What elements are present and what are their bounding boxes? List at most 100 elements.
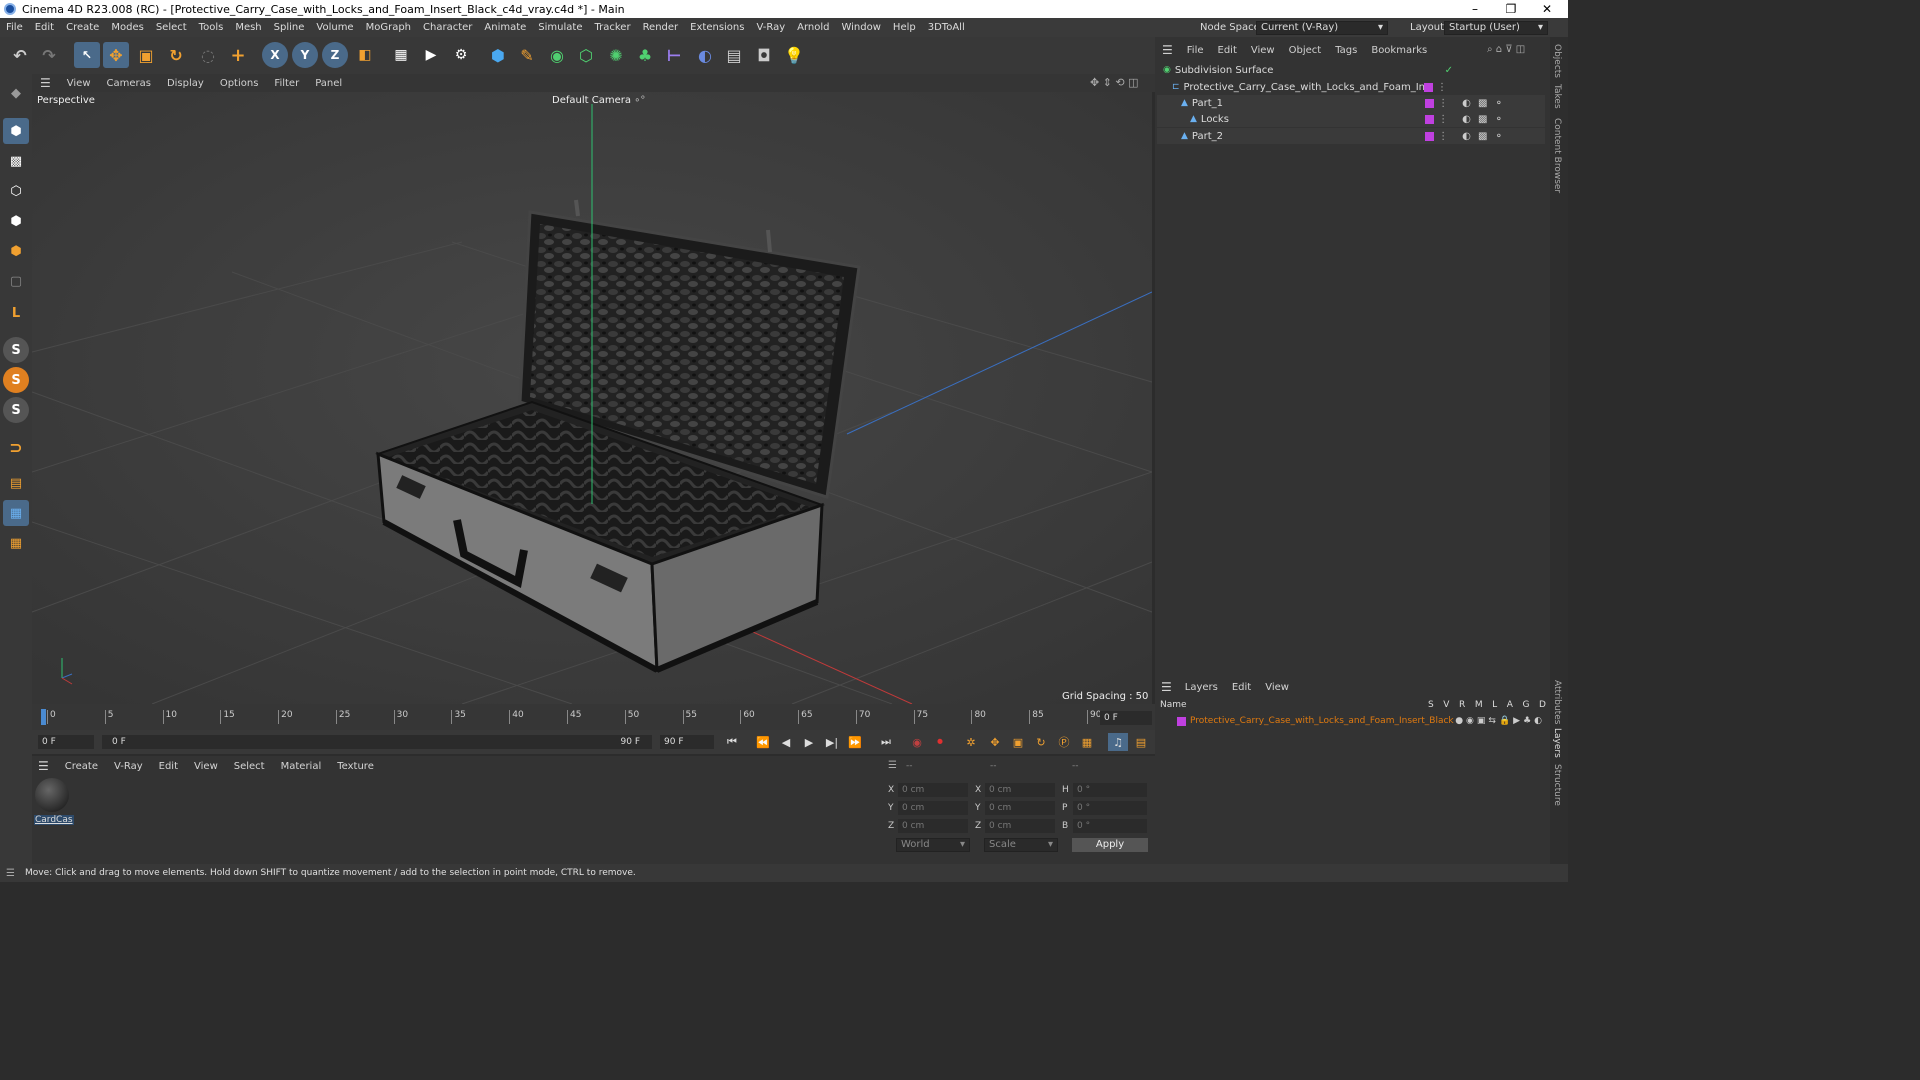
material-name[interactable]: CardCas <box>34 815 74 825</box>
timeline-window-icon[interactable]: ▤ <box>1131 733 1151 751</box>
start-frame-field[interactable]: 0 F <box>38 735 94 749</box>
material-menu-material[interactable]: Material <box>273 761 330 772</box>
coord-rot-field[interactable]: 0 ° <box>1073 819 1147 833</box>
key-parameter-icon[interactable]: Ⓟ <box>1054 733 1074 751</box>
cloner-icon[interactable]: ✺ <box>603 42 629 68</box>
layer-menu-layers[interactable]: Layers <box>1178 682 1225 693</box>
grid-icon[interactable]: ▦ <box>3 500 29 526</box>
material-tag-icon[interactable]: ◐ ▩ ⚬ <box>1462 131 1505 142</box>
object-row[interactable]: ▲ Part_2 ⋮ ◐ ▩ ⚬ <box>1157 128 1545 144</box>
menu-v-ray[interactable]: V-Ray <box>750 22 791 33</box>
material-tag-icon[interactable]: ◐ ▩ ⚬ <box>1462 114 1505 125</box>
move-tool-icon[interactable]: ✥ <box>103 42 129 68</box>
node-space-select[interactable]: Current (V-Ray) ▾ <box>1256 21 1388 35</box>
object-search-icon[interactable]: ⌕ ⌂ ⊽ ◫ <box>1487 44 1525 55</box>
menu-mograph[interactable]: MoGraph <box>360 22 417 33</box>
z-axis-lock-icon[interactable]: Z <box>322 42 348 68</box>
tab-layers[interactable]: Layers <box>1552 728 1562 758</box>
object-menu-object[interactable]: Object <box>1282 45 1329 56</box>
coord-rot-field[interactable]: 0 ° <box>1073 801 1147 815</box>
layer-col-d[interactable]: D <box>1539 700 1546 710</box>
cube-primitive-icon[interactable]: ⬢ <box>485 42 511 68</box>
layer-col-m[interactable]: M <box>1475 700 1483 710</box>
coordinate-system-icon[interactable]: ◧ <box>352 42 378 68</box>
object-hamburger-icon[interactable]: ☰ <box>1155 43 1180 57</box>
coord-size-field[interactable]: 0 cm <box>985 801 1055 815</box>
light-icon[interactable]: 💡 <box>781 42 807 68</box>
coord-pos-field[interactable]: 0 cm <box>898 801 968 815</box>
key-rotation-icon[interactable]: ↻ <box>1031 733 1051 751</box>
scale-tool-icon[interactable]: ▣ <box>133 42 159 68</box>
menu-character[interactable]: Character <box>417 22 478 33</box>
select-tool-icon[interactable]: ↖ <box>74 42 100 68</box>
menu-animate[interactable]: Animate <box>478 22 532 33</box>
tab-structure[interactable]: Structure <box>1552 764 1562 806</box>
make-editable-icon[interactable]: ◆ <box>3 80 29 106</box>
close-button[interactable]: ✕ <box>1529 0 1565 18</box>
texture-mode-icon[interactable]: ▩ <box>3 148 29 174</box>
visibility-dots-icon[interactable]: ⋮ <box>1438 98 1448 109</box>
menu-mesh[interactable]: Mesh <box>229 22 267 33</box>
layer-col-g[interactable]: G <box>1522 700 1529 710</box>
material-menu-texture[interactable]: Texture <box>329 761 382 772</box>
object-menu-edit[interactable]: Edit <box>1211 45 1244 56</box>
menu-arnold[interactable]: Arnold <box>791 22 835 33</box>
material-menu-view[interactable]: View <box>186 761 226 772</box>
menu-tracker[interactable]: Tracker <box>588 22 636 33</box>
deformer-icon[interactable]: ⊢ <box>661 42 687 68</box>
tab-attributes[interactable]: Attributes <box>1552 680 1562 724</box>
record-keys-icon[interactable]: ◉ <box>907 733 927 751</box>
layer-menu-view[interactable]: View <box>1258 682 1296 693</box>
object-row[interactable]: ⊏ Protective_Carry_Case_with_Locks_and_Fo… <box>1157 79 1545 95</box>
visibility-dots-icon[interactable]: ⋮ <box>1437 82 1447 93</box>
coord-mode-select[interactable]: Scale ▾ <box>984 838 1058 852</box>
model-mode-icon[interactable]: ⬢ <box>3 118 29 144</box>
go-to-start-icon[interactable]: ⏮ <box>722 733 742 751</box>
viewport-menu-view[interactable]: View <box>59 78 99 89</box>
uv-mode-icon[interactable]: ▢ <box>3 268 29 294</box>
menu-edit[interactable]: Edit <box>29 22 60 33</box>
tab-content-browser[interactable]: Content Browser <box>1552 118 1562 193</box>
pen-spline-icon[interactable]: ✎ <box>514 42 540 68</box>
coord-space-select[interactable]: World ▾ <box>896 838 970 852</box>
redo-icon[interactable]: ↷ <box>36 42 62 68</box>
coord-size-field[interactable]: 0 cm <box>985 783 1055 797</box>
object-menu-bookmarks[interactable]: Bookmarks <box>1364 45 1434 56</box>
rotate-tool-icon[interactable]: ↻ <box>163 42 189 68</box>
layer-swatch-icon[interactable] <box>1425 114 1435 124</box>
timeline-playhead[interactable] <box>41 709 46 725</box>
coord-rot-field[interactable]: 0 ° <box>1073 783 1147 797</box>
coord-menu-icon[interactable]: ☰ <box>888 760 897 771</box>
maximize-button[interactable]: ❐ <box>1493 0 1529 18</box>
menu-tools[interactable]: Tools <box>193 22 230 33</box>
object-menu-file[interactable]: File <box>1180 45 1211 56</box>
material-menu-create[interactable]: Create <box>57 761 106 772</box>
edge-mode-icon[interactable]: ⬢ <box>3 208 29 234</box>
material-tag-icon[interactable]: ◐ ▩ ⚬ <box>1462 98 1505 109</box>
minimize-button[interactable]: – <box>1457 0 1493 18</box>
material-hamburger-icon[interactable]: ☰ <box>32 759 57 773</box>
axis-mode-icon[interactable]: L <box>3 300 29 326</box>
3d-viewport[interactable]: Perspective Default Camera ∘° Grid Spaci… <box>32 92 1152 704</box>
menu-simulate[interactable]: Simulate <box>532 22 588 33</box>
undo-icon[interactable]: ↶ <box>7 42 33 68</box>
next-key-icon[interactable]: ⏩ <box>845 733 865 751</box>
field-icon[interactable]: ◐ <box>692 42 718 68</box>
motion-system-icon[interactable]: ♫ <box>1108 733 1128 751</box>
menu-create[interactable]: Create <box>60 22 105 33</box>
auto-keying-icon[interactable]: ⏺ <box>930 733 950 751</box>
floor-icon[interactable]: ▤ <box>721 42 747 68</box>
menu-file[interactable]: File <box>0 22 29 33</box>
mograph-icon[interactable]: ♣ <box>632 42 658 68</box>
menu-render[interactable]: Render <box>637 22 685 33</box>
viewport-menu-display[interactable]: Display <box>159 78 212 89</box>
viewport-camera-name[interactable]: Default Camera ∘° <box>552 95 645 106</box>
key-pla-icon[interactable]: ▦ <box>1077 733 1097 751</box>
layer-menu-edit[interactable]: Edit <box>1225 682 1258 693</box>
snap-settings-icon[interactable]: S <box>3 367 29 393</box>
live-select-icon[interactable]: ◌ <box>195 42 221 68</box>
material-menu-edit[interactable]: Edit <box>151 761 186 772</box>
menu-spline[interactable]: Spline <box>268 22 311 33</box>
tab-takes[interactable]: Takes <box>1552 84 1562 109</box>
viewport-menu-panel[interactable]: Panel <box>307 78 350 89</box>
